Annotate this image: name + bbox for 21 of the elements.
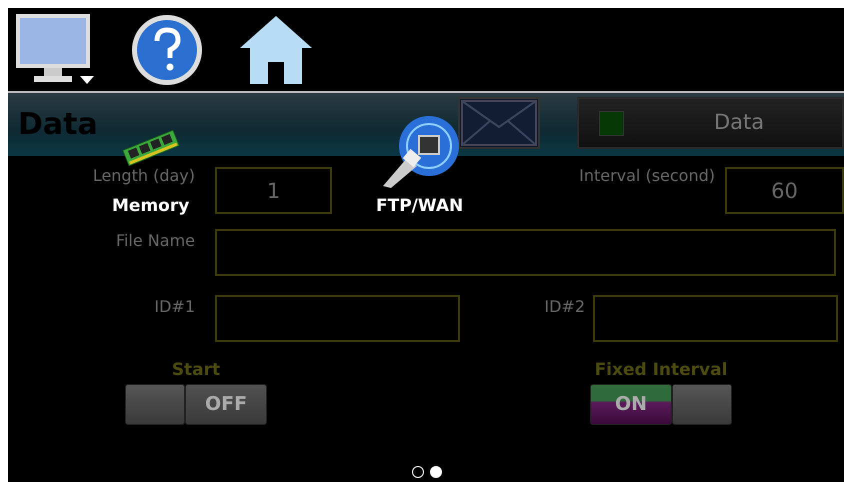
page-title: Data (18, 106, 98, 144)
menu-label[interactable]: FTP/WAN (376, 194, 464, 220)
menu-label[interactable]: Memory (112, 194, 190, 220)
help-icon[interactable] (130, 12, 204, 86)
toggle-label: Fixed Interval (594, 359, 728, 382)
input-field[interactable]: 60 (725, 167, 844, 214)
page-dot[interactable] (430, 466, 442, 478)
input-field[interactable] (215, 295, 460, 342)
data-button[interactable]: Data (577, 97, 844, 149)
input-field[interactable] (593, 295, 838, 342)
field-label: File Name (114, 230, 195, 252)
monitor-icon[interactable] (16, 14, 96, 86)
field-label: Length (day) (92, 165, 195, 187)
field-label: Interval (second) (579, 165, 715, 187)
home-icon[interactable] (238, 14, 314, 86)
page-dot[interactable] (412, 466, 424, 478)
input-field[interactable] (215, 229, 836, 276)
input-field[interactable]: 1 (215, 167, 332, 214)
field-label: ID#1 (153, 296, 195, 318)
toggle-label: Start (172, 359, 220, 382)
field-label: ID#2 (543, 296, 585, 318)
